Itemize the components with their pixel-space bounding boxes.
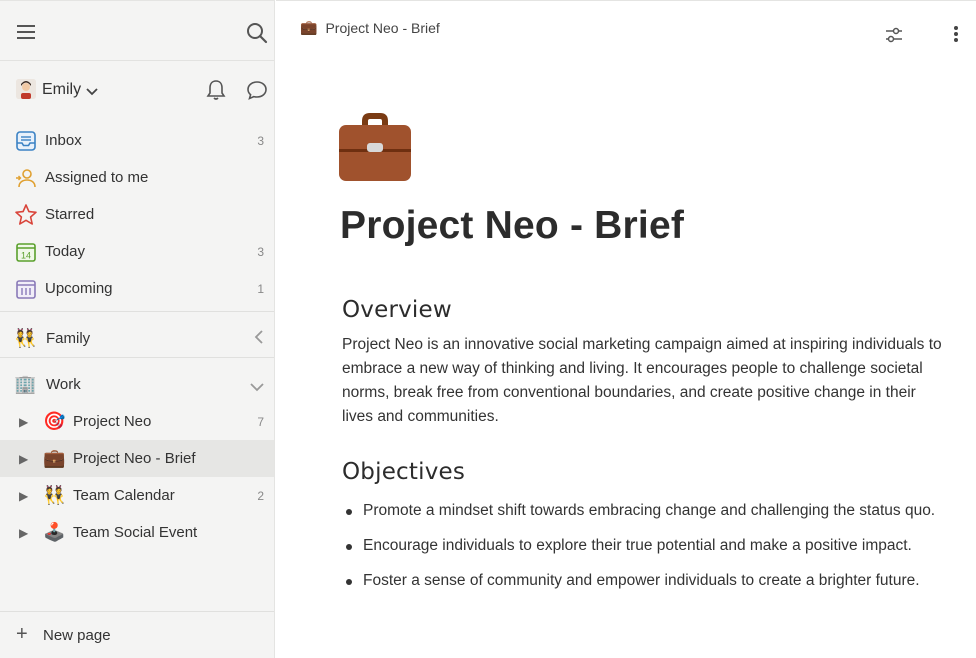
main-nav: Inbox 3 Assigned to me Starred 14 Today … (0, 122, 274, 307)
section-family[interactable]: 👯 Family (0, 320, 274, 356)
nav-item-upcoming[interactable]: Upcoming 1 (0, 270, 274, 307)
page-label: Project Neo (73, 413, 152, 430)
sidebar-header (0, 1, 274, 61)
avatar (16, 79, 36, 99)
count-badge: 1 (257, 282, 264, 296)
objectives-list: Promote a mindset shift towards embracin… (342, 499, 942, 593)
briefcase-icon: 💼 (43, 448, 66, 468)
more-vertical-icon[interactable] (944, 21, 968, 47)
expand-triangle-icon[interactable]: ▶ (19, 415, 28, 429)
breadcrumb[interactable]: 💼 Project Neo - Brief (300, 19, 440, 36)
bell-icon[interactable] (204, 77, 228, 103)
target-icon: 🎯 (43, 411, 66, 431)
menu-icon[interactable] (14, 21, 38, 43)
count-badge: 2 (257, 489, 264, 503)
plus-icon: + (16, 623, 28, 645)
user-name: Emily (42, 81, 82, 98)
nav-label: Upcoming (45, 280, 113, 297)
count-badge: 3 (257, 134, 264, 148)
star-icon (14, 203, 38, 227)
page-item-project-neo[interactable]: ▶ 🎯 Project Neo 7 (0, 403, 274, 440)
objectives-heading: Objectives (342, 459, 466, 485)
chevron-down-icon[interactable] (86, 83, 98, 101)
inbox-icon (14, 129, 38, 153)
nav-item-assigned[interactable]: Assigned to me (0, 159, 274, 196)
page-item-team-social-event[interactable]: ▶ 🕹️ Team Social Event (0, 514, 274, 551)
nav-label: Today (45, 243, 86, 260)
comment-icon[interactable] (245, 77, 269, 103)
page-title: Project Neo - Brief (340, 204, 685, 247)
section-work[interactable]: 🏢 Work (0, 366, 274, 402)
expand-triangle-icon[interactable]: ▶ (19, 452, 28, 466)
expand-triangle-icon[interactable]: ▶ (19, 489, 28, 503)
page-item-team-calendar[interactable]: ▶ 👯 Team Calendar 2 (0, 477, 274, 514)
settings-sliders-icon[interactable] (882, 23, 906, 47)
page-briefcase-icon[interactable] (338, 109, 412, 183)
nav-label: Assigned to me (45, 169, 149, 186)
breadcrumb-label: Project Neo - Brief (325, 19, 440, 36)
main-content: 💼 Project Neo - Brief Project Neo - Brie… (276, 0, 976, 658)
divider (0, 357, 274, 358)
chevron-down-icon[interactable] (250, 379, 264, 397)
page-label: Team Social Event (73, 524, 198, 541)
family-emoji-icon: 👯 (14, 328, 37, 348)
search-icon[interactable] (244, 20, 270, 46)
overview-heading: Overview (342, 297, 452, 323)
calendar-upcoming-icon (14, 277, 38, 301)
user-assigned-icon (14, 166, 38, 190)
list-item: Encourage individuals to explore their t… (342, 534, 942, 558)
page-label: Team Calendar (73, 487, 175, 504)
nav-item-starred[interactable]: Starred (0, 196, 274, 233)
joystick-icon: 🕹️ (43, 522, 66, 542)
calendar-day-number: 14 (21, 251, 31, 261)
nav-label: Starred (45, 206, 95, 223)
briefcase-icon: 💼 (300, 19, 318, 35)
section-label: Work (46, 376, 81, 393)
count-badge: 7 (257, 415, 264, 429)
new-page-button[interactable]: + New page (0, 611, 274, 658)
nav-item-inbox[interactable]: Inbox 3 (0, 122, 274, 159)
sidebar: Emily Inbox 3 Assigned to me Starred 14 … (0, 0, 275, 658)
nav-label: Inbox (45, 132, 82, 149)
office-building-icon: 🏢 (14, 374, 37, 394)
overview-paragraph: Project Neo is an innovative social mark… (342, 336, 942, 425)
work-pages: ▶ 🎯 Project Neo 7 ▶ 💼 Project Neo - Brie… (0, 403, 274, 551)
page-body: Overview Project Neo is an innovative so… (342, 297, 942, 604)
calendar-today-icon: 14 (14, 240, 38, 264)
page-label: Project Neo - Brief (73, 450, 196, 467)
list-item: Foster a sense of community and empower … (342, 569, 942, 593)
divider (0, 311, 274, 312)
count-badge: 3 (257, 245, 264, 259)
section-label: Family (46, 330, 91, 347)
user-menu[interactable]: Emily (0, 73, 274, 107)
chevron-left-icon[interactable] (254, 330, 264, 349)
list-item: Promote a mindset shift towards embracin… (342, 499, 942, 523)
expand-triangle-icon[interactable]: ▶ (19, 526, 28, 540)
nav-item-today[interactable]: 14 Today 3 (0, 233, 274, 270)
page-item-project-neo-brief[interactable]: ▶ 💼 Project Neo - Brief (0, 440, 274, 477)
new-page-label: New page (43, 627, 111, 644)
dancers-icon: 👯 (43, 485, 66, 505)
